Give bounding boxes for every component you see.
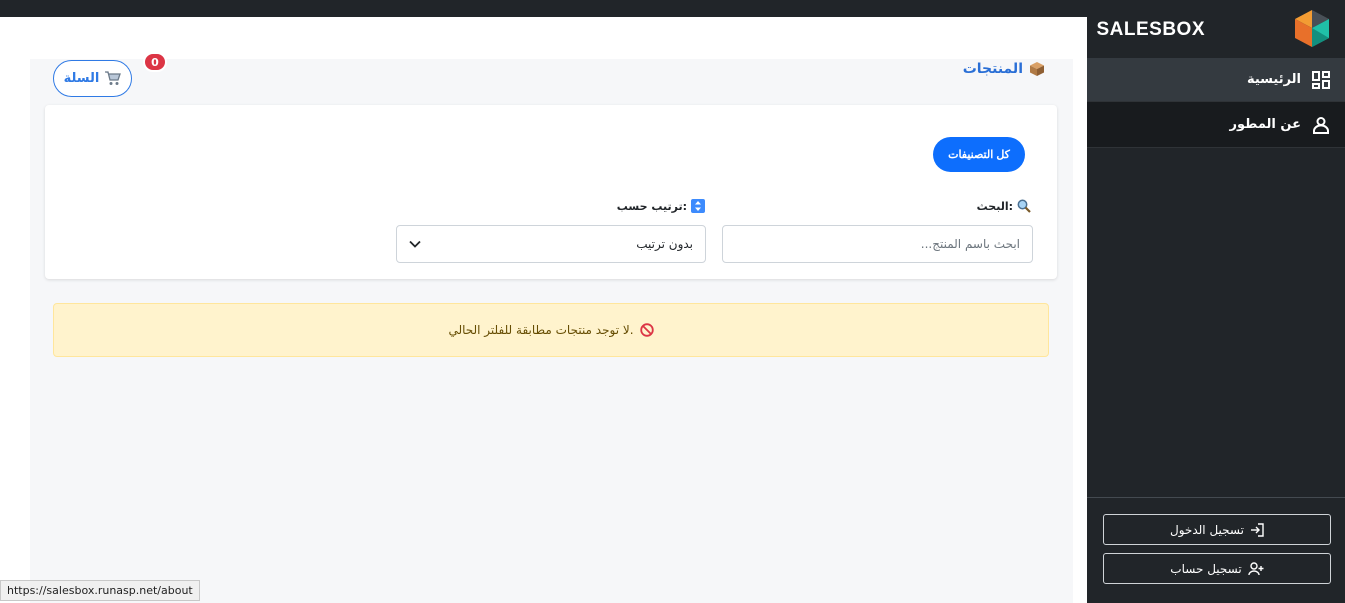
page-title: المنتجات: [963, 61, 1045, 77]
cart-button[interactable]: السلة 0: [53, 52, 167, 97]
filter-card: كل التصنيفات البحث: ترتيب حسب: بدون ترتي…: [45, 105, 1057, 279]
sort-select[interactable]: بدون ترتيب: [396, 225, 706, 263]
login-icon: [1250, 522, 1264, 537]
person-icon: [1311, 115, 1331, 135]
sidebar-item-about-developer[interactable]: عن المطور: [1087, 102, 1345, 148]
login-button[interactable]: تسجيل الدخول: [1103, 514, 1331, 545]
all-categories-button[interactable]: كل التصنيفات: [933, 137, 1025, 172]
up-down-arrow-icon: [691, 199, 705, 213]
add-user-icon: [1247, 561, 1264, 575]
sidebar-item-label: الرئيسية: [1246, 72, 1301, 87]
empty-results-alert: لا توجد منتجات مطابقة للفلتر الحالي.: [53, 303, 1049, 357]
sort-label-text: ترتيب حسب:: [616, 199, 687, 213]
register-label: تسجيل حساب: [1170, 561, 1242, 576]
brand[interactable]: SALESBOX: [1087, 8, 1345, 56]
cart-label: السلة: [63, 71, 100, 86]
cart-count-badge: 0: [143, 52, 167, 72]
login-label: تسجيل الدخول: [1170, 522, 1244, 537]
page-title-text: المنتجات: [962, 61, 1023, 77]
brand-name: SALESBOX: [1096, 19, 1205, 40]
sort-selected-value: بدون ترتيب: [636, 237, 693, 251]
sidebar-item-home[interactable]: الرئيسية: [1087, 58, 1345, 102]
magnifier-icon: [1017, 199, 1031, 213]
prohibited-icon: [639, 323, 654, 337]
main-content: المنتجات السلة 0 كل التصنيفات البحث: ترت…: [30, 52, 1073, 603]
sort-label: ترتيب حسب:: [617, 199, 705, 213]
search-label-text: البحث:: [976, 199, 1013, 213]
empty-results-text: لا توجد منتجات مطابقة للفلتر الحالي.: [448, 323, 634, 337]
dashboard-icon: [1311, 70, 1331, 90]
brand-logo-icon: [1295, 10, 1329, 47]
sidebar: SALESBOX الرئيسية عن المطور تسجيل الدخول…: [1087, 0, 1345, 603]
search-input[interactable]: [722, 225, 1033, 263]
sidebar-nav: الرئيسية عن المطور: [1087, 58, 1345, 148]
register-button[interactable]: تسجيل حساب: [1103, 553, 1331, 584]
sidebar-auth-area: تسجيل الدخول تسجيل حساب: [1087, 497, 1345, 603]
cart-icon: [105, 71, 122, 85]
chevron-down-icon: [409, 240, 421, 248]
status-bar-url: https://salesbox.runasp.net/about: [0, 580, 200, 601]
package-icon: [1030, 62, 1044, 76]
sidebar-item-label: عن المطور: [1229, 117, 1301, 132]
search-label: البحث:: [977, 199, 1031, 213]
